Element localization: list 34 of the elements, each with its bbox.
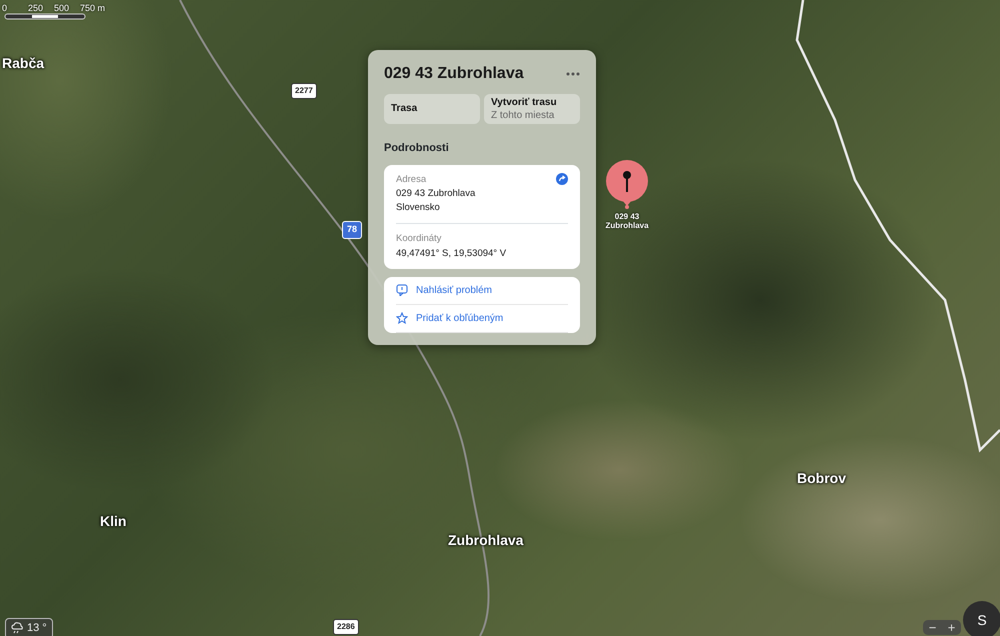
- detail-label: Koordináty: [396, 232, 442, 246]
- scale-label: 750 m: [80, 2, 106, 15]
- action-button[interactable]: Trasa: [384, 94, 480, 124]
- road-number: 2277: [291, 83, 317, 99]
- detail-value: 49,47491° S, 19,53094° V: [396, 246, 506, 260]
- satellite-map[interactable]: [0, 0, 1000, 636]
- more-icon: [566, 72, 580, 76]
- place-label: Klin: [100, 512, 126, 531]
- road-number: 2286: [333, 619, 359, 635]
- location-pin: [604, 160, 650, 210]
- detail-value: Slovensko: [396, 201, 441, 215]
- share-icon: [556, 172, 568, 184]
- scale-label: 0: [2, 2, 8, 15]
- weather-badge: 13 °: [5, 618, 53, 636]
- pin-label: 029 43 Zubrohlava: [604, 212, 650, 230]
- place-title: 029 43 Zubrohlava: [384, 64, 524, 84]
- star-icon: [396, 312, 408, 324]
- compass[interactable]: S: [963, 601, 1000, 636]
- section-title: Podrobnosti: [384, 141, 450, 156]
- place-label: Bobrov: [797, 469, 846, 488]
- detail-label: Adresa: [396, 172, 428, 186]
- action-button[interactable]: Vytvoriť trasu Z tohto miesta: [484, 94, 580, 124]
- cloud-rain-icon: [11, 622, 23, 634]
- speech-bubble-icon: [396, 284, 408, 296]
- zoom-in-button[interactable]: +: [942, 620, 961, 635]
- scale-label: 250: [28, 2, 44, 15]
- detail-value: 029 43 Zubrohlava: [396, 186, 476, 201]
- place-label: Zubrohlava: [448, 531, 524, 550]
- link[interactable]: Nahlásiť problém: [396, 276, 568, 305]
- zoom-out-button[interactable]: −: [923, 620, 942, 635]
- link[interactable]: Pridať k obľúbeným: [396, 304, 568, 333]
- place-label: Rabča: [2, 54, 44, 73]
- scale-label: 500: [54, 2, 70, 15]
- road-number: 78: [342, 221, 362, 238]
